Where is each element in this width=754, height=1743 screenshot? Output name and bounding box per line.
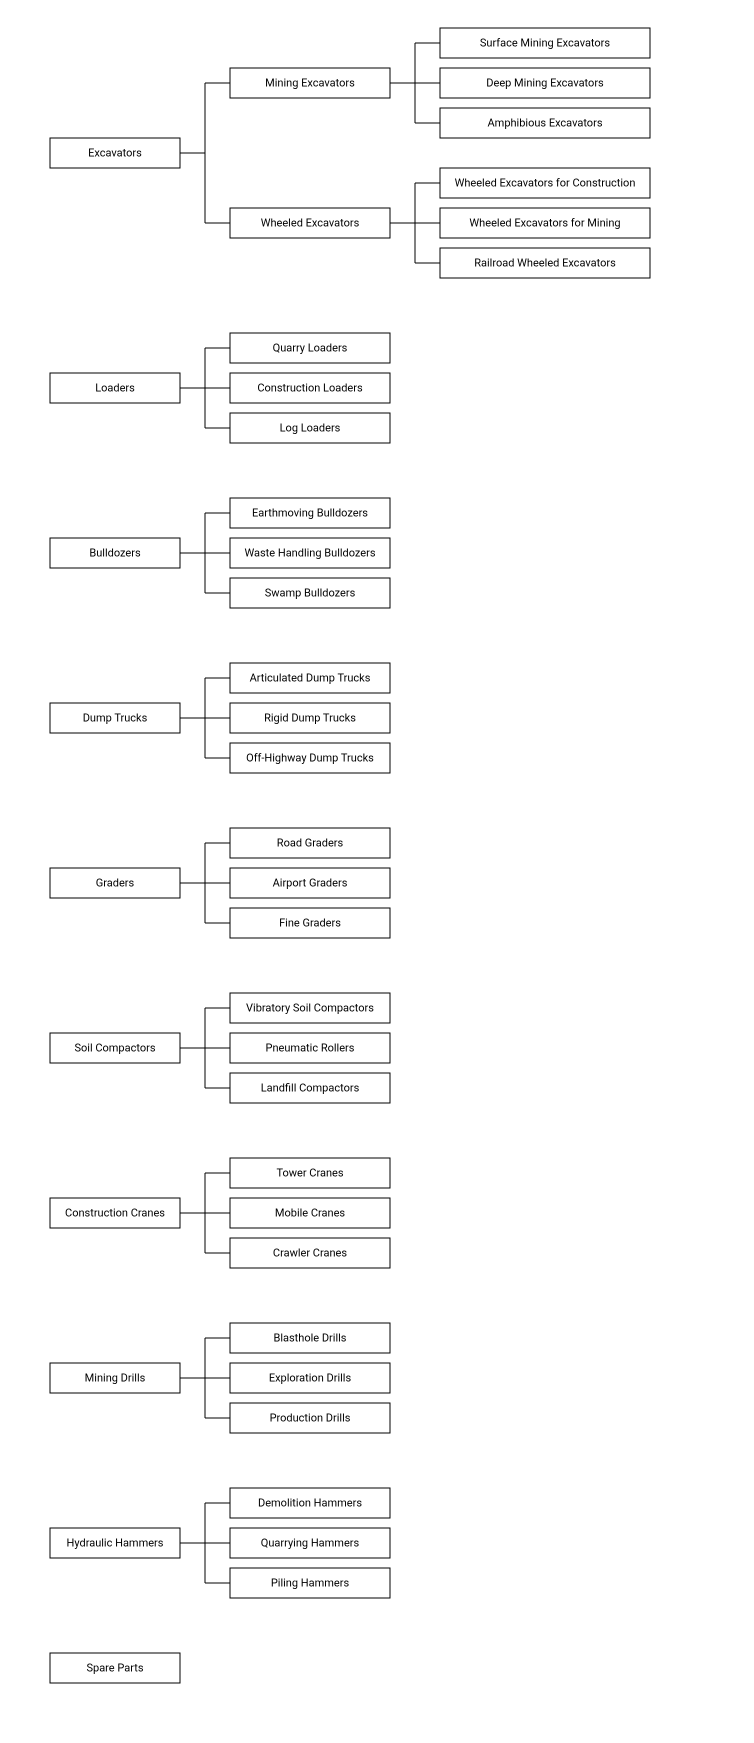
tree-node-label: Wheeled Excavators for Construction [455, 177, 636, 190]
tree-node-label: Surface Mining Excavators [480, 37, 611, 50]
tree-node-label: Loaders [95, 382, 135, 395]
tree-node-label: Airport Graders [273, 877, 348, 890]
tree-node-label: Hydraulic Hammers [67, 1537, 164, 1550]
tree-node-label: Soil Compactors [74, 1042, 155, 1055]
tree-node-label: Vibratory Soil Compactors [246, 1002, 374, 1015]
tree-node-label: Bulldozers [89, 547, 141, 560]
tree-node-label: Waste Handling Bulldozers [244, 547, 375, 560]
tree-node-label: Rigid Dump Trucks [264, 712, 356, 725]
tree-node-label: Mining Drills [85, 1372, 146, 1385]
tree-node-label: Earthmoving Bulldozers [252, 507, 368, 520]
tree-node-label: Tower Cranes [276, 1167, 343, 1180]
tree-node-label: Log Loaders [280, 422, 341, 435]
tree-node-label: Articulated Dump Trucks [250, 672, 371, 685]
tree-diagram: Excavators Mining Excavators Surface Minin… [20, 20, 670, 1703]
tree-node-label: Pneumatic Rollers [266, 1042, 355, 1055]
tree-node-label: Construction Loaders [257, 382, 363, 395]
tree-node-label: Off-Highway Dump Trucks [246, 752, 374, 765]
tree-node-label: Dump Trucks [83, 712, 148, 725]
tree-node-label: Excavators [88, 147, 142, 160]
tree-node-label: Production Drills [270, 1412, 351, 1425]
tree-node-label: Mobile Cranes [275, 1207, 346, 1220]
tree-node-label: Wheeled Excavators for Mining [469, 217, 620, 230]
tree-node-label: Spare Parts [86, 1662, 143, 1675]
tree-node-label: Deep Mining Excavators [486, 77, 604, 90]
tree-node-label: Demolition Hammers [258, 1497, 362, 1510]
tree-node-label: Amphibious Excavators [488, 117, 603, 130]
tree-node-label: Exploration Drills [269, 1372, 352, 1385]
tree-node-label: Quarry Loaders [273, 342, 348, 355]
tree-node-label: Mining Excavators [265, 77, 355, 90]
tree-node-label: Fine Graders [279, 917, 341, 930]
tree-node-label: Crawler Cranes [273, 1247, 347, 1260]
tree-node-label: Piling Hammers [271, 1577, 350, 1590]
tree-node-label: Wheeled Excavators [261, 217, 360, 230]
tree-node-label: Quarrying Hammers [261, 1537, 360, 1550]
tree-node-label: Road Graders [277, 837, 344, 850]
tree-node-label: Construction Cranes [65, 1207, 165, 1220]
tree-node-label: Blasthole Drills [273, 1332, 346, 1345]
tree-node-label: Swamp Bulldozers [265, 587, 356, 600]
tree-node-label: Graders [96, 877, 135, 890]
tree-node-label: Railroad Wheeled Excavators [474, 257, 616, 270]
tree-node-label: Landfill Compactors [261, 1082, 360, 1095]
